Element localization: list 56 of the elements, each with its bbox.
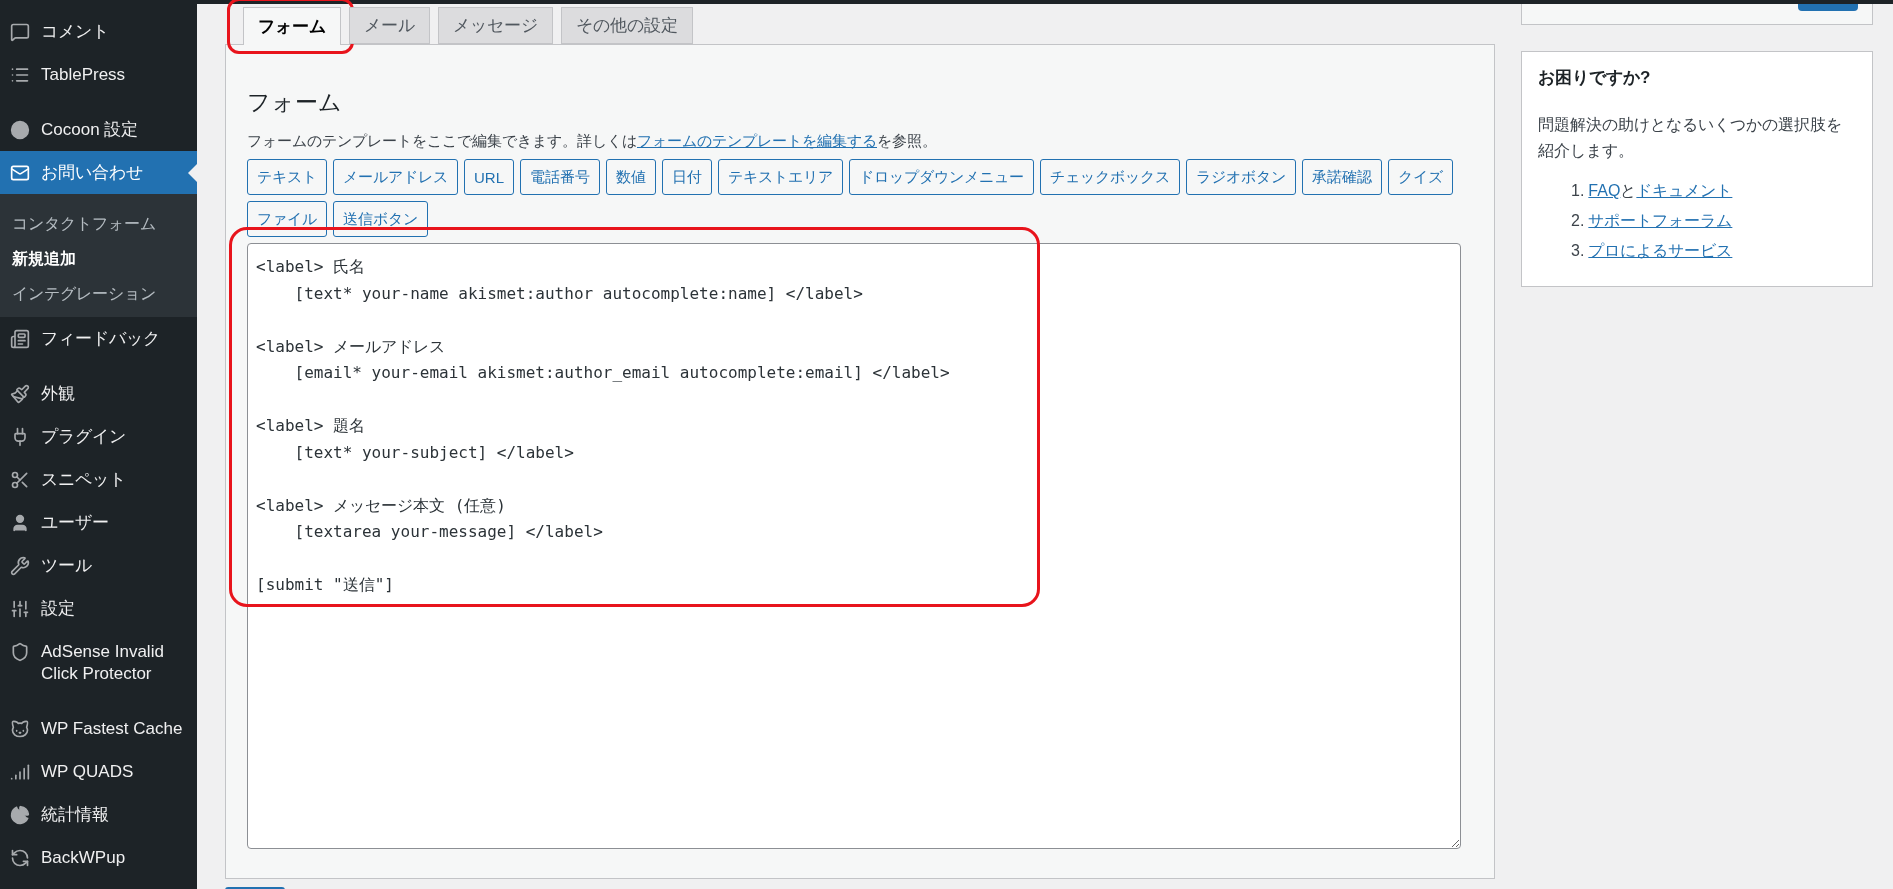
sidebar-item[interactable]: コメント — [0, 10, 197, 53]
text-link[interactable]: サポートフォーラム — [1588, 212, 1733, 229]
submenu-item[interactable]: 新規追加 — [0, 241, 197, 276]
tag-generator-button[interactable]: ドロップダウンメニュー — [849, 159, 1034, 195]
template-editor[interactable]: <label> 氏名 [text* your-name akismet:author autocomplete:name] </label> <label> メールアドレス [email* your-email akismet:author_email autocomplete:email] </label> <label> 題名 [text* your-subject] </label> <label> メッセージ本文 (任意) [textarea your-message] </label> [submit "送信"] — [247, 243, 1461, 849]
pie-chart-icon — [9, 803, 31, 826]
tag-generator-button[interactable]: クイズ — [1388, 159, 1453, 195]
sidebar-item[interactable]: ユーザー — [0, 501, 197, 544]
tag-generator-button[interactable]: 数値 — [606, 159, 656, 195]
submenu-item[interactable]: インテグレーション — [0, 276, 197, 311]
description-text: フォームのテンプレートをここで編集できます。詳しくはフォームのテンプレートを編集する を参照。 — [247, 131, 938, 151]
help-title: お困りですか? — [1538, 67, 1652, 89]
tag-generator-button[interactable]: 日付 — [662, 159, 712, 195]
submenu-item[interactable]: コンタクトフォーム — [0, 206, 197, 241]
sidebar-item[interactable]: 統計情報 — [0, 793, 197, 836]
tag-generator-button[interactable]: テキスト — [247, 159, 327, 195]
text-link[interactable]: プロによるサービス — [1588, 242, 1733, 259]
tag-generator-button[interactable]: チェックボックス — [1040, 159, 1180, 195]
sidebar-item[interactable]: WP Fastest Cache — [0, 707, 197, 750]
sidebar-item[interactable]: 設定 — [0, 587, 197, 630]
help-text: 問題解決の助けとなるいくつかの選択肢を紹介します。 — [1538, 115, 1843, 161]
tag-generator-button[interactable]: ラジオボタン — [1186, 159, 1296, 195]
sidebar-item[interactable]: お問い合わせ — [0, 151, 197, 194]
list-number: 1. — [1571, 181, 1585, 201]
sidebar-item[interactable]: ツール — [0, 544, 197, 587]
sidebar-item[interactable]: WP QUADS — [0, 750, 197, 793]
sidebar-item[interactable]: プラグイン — [0, 415, 197, 458]
paintbrush-icon — [9, 382, 31, 405]
current-page-pointer — [188, 163, 197, 182]
text-link[interactable]: FAQ — [1588, 182, 1621, 199]
text-link[interactable]: フォームのテンプレートを編集する — [637, 132, 877, 149]
tag-generator-button[interactable]: テキストエリア — [718, 159, 843, 195]
sidebar-item[interactable]: BackWPup — [0, 836, 197, 879]
sidebar-item[interactable]: TablePress — [0, 53, 197, 96]
list-number: 3. — [1571, 241, 1585, 261]
text-link[interactable]: ドキュメント — [1636, 182, 1733, 199]
panel-heading: フォーム — [247, 88, 343, 117]
wrench-icon — [9, 554, 31, 577]
sidebar-item[interactable]: フィードバック — [0, 317, 197, 360]
tab[interactable]: フォーム — [243, 7, 341, 45]
tag-generator-button[interactable]: メールアドレス — [333, 159, 458, 195]
circle-icon — [9, 118, 31, 141]
tab[interactable]: メール — [349, 7, 430, 44]
publish-button[interactable] — [1798, 4, 1858, 11]
sidebar-item[interactable]: AdSense Invalid Click Protector — [0, 630, 197, 695]
list-item-text: FAQと ドキュメント — [1588, 181, 1733, 201]
sidebar-item[interactable]: 外観 — [0, 372, 197, 415]
tab[interactable]: その他の設定 — [561, 7, 693, 44]
tab[interactable]: メッセージ — [438, 7, 553, 44]
list-number: 2. — [1571, 211, 1585, 231]
newspaper-icon — [9, 327, 31, 350]
sidebar-item[interactable]: スニペット — [0, 458, 197, 501]
tag-generator-button[interactable]: URL — [464, 159, 514, 195]
tag-generator-button[interactable]: 電話番号 — [520, 159, 600, 195]
tag-generator-button[interactable]: 承諾確認 — [1302, 159, 1382, 195]
sidebar-item[interactable]: Cocoon 設定 — [0, 108, 197, 151]
